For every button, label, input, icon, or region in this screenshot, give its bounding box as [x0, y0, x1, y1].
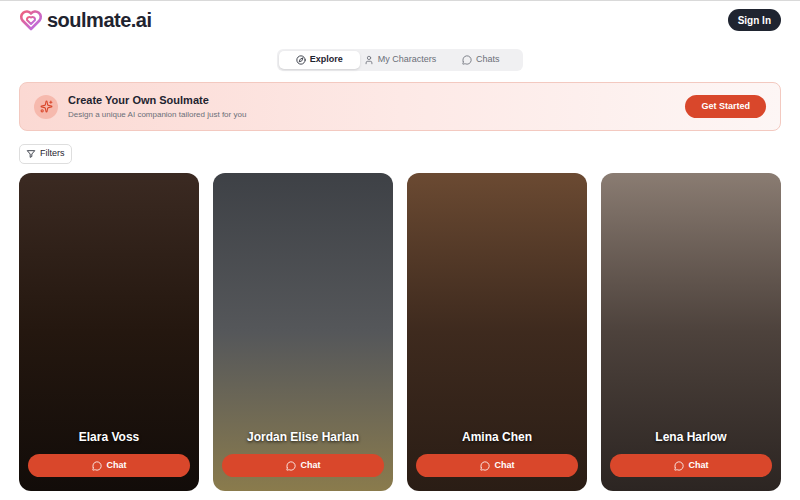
chat-icon: [480, 461, 490, 471]
nav-tabs: ExploreMy CharactersChats: [277, 49, 523, 71]
nav-tab[interactable]: Explore: [279, 51, 360, 69]
tab-icon: [296, 55, 306, 65]
tab-icon: [462, 55, 472, 65]
create-banner: Create Your Own SoulmateDesign a unique …: [19, 82, 781, 131]
chat-button[interactable]: Chat: [28, 454, 190, 477]
filters-button[interactable]: Filters: [19, 144, 72, 164]
funnel-icon: [26, 149, 36, 159]
heart-logo-icon: [19, 9, 43, 31]
character-name: Elara Voss: [79, 428, 139, 446]
chat-button[interactable]: Chat: [222, 454, 384, 477]
sparkles-icon: [34, 95, 58, 119]
character-grid: Elara VossChatJordan Elise HarlanChatAmi…: [19, 173, 781, 491]
app: soulmate.aiSign InExploreMy CharactersCh…: [0, 0, 800, 500]
tab-icon: [364, 55, 374, 65]
character-name: Amina Chen: [462, 428, 532, 446]
chat-icon: [674, 461, 684, 471]
chat-button[interactable]: Chat: [416, 454, 578, 477]
character-name: Jordan Elise Harlan: [247, 428, 359, 446]
chat-icon: [286, 461, 296, 471]
character-card[interactable]: Amina Chen Chat: [407, 173, 587, 491]
banner-title: Create Your Own Soulmate: [68, 92, 675, 109]
character-card[interactable]: Jordan Elise Harlan Chat: [213, 173, 393, 491]
logo-text: soulmate.ai: [47, 5, 152, 35]
character-card[interactable]: Lena Harlow Chat: [601, 173, 781, 491]
get-started-button[interactable]: Get Started: [685, 95, 766, 118]
logo[interactable]: soulmate.ai: [19, 5, 152, 35]
chat-icon: [92, 461, 102, 471]
banner-subtitle: Design a unique AI companion tailored ju…: [68, 109, 675, 121]
chat-button[interactable]: Chat: [610, 454, 772, 477]
character-card[interactable]: Elara Voss Chat: [19, 173, 199, 491]
sign-in-button[interactable]: Sign In: [728, 9, 781, 31]
nav-tab[interactable]: My Characters: [360, 51, 441, 69]
nav-tab[interactable]: Chats: [440, 51, 521, 69]
header: soulmate.ai Sign In: [19, 1, 781, 39]
character-name: Lena Harlow: [655, 428, 726, 446]
